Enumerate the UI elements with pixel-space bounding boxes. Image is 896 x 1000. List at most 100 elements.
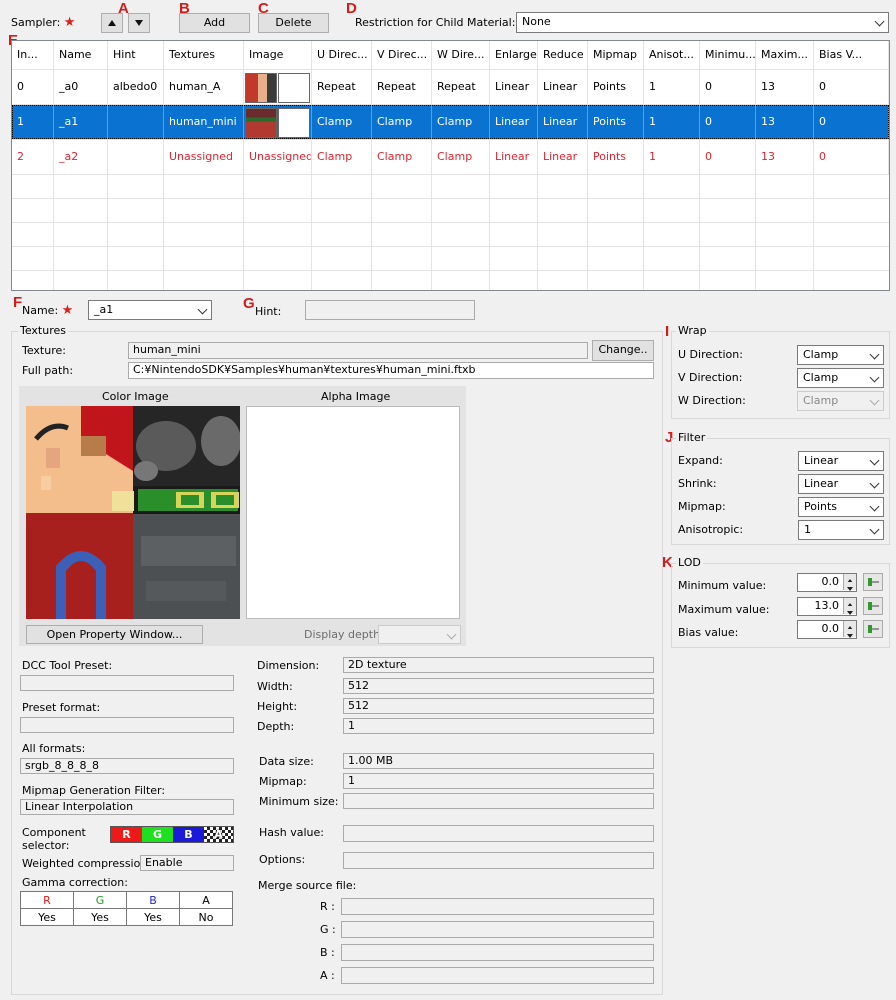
component-b: B [173,827,204,842]
restriction-label: Restriction for Child Material: [355,16,516,29]
column-header[interactable]: W Dire... [432,41,490,69]
anisotropic-label: Anisotropic: [678,523,744,536]
lod-bias-spinner[interactable]: 0.0 [797,620,857,639]
chevron-down-icon [869,455,880,466]
gamma-value-r: Yes [20,908,74,926]
cell-texture: human_A [164,70,244,104]
gamma-header-b: B [126,891,180,909]
v-direction-label: V Direction: [678,371,743,384]
minimum-size-field [343,793,654,809]
dimension-field: 2D texture [343,657,654,673]
shrink-select[interactable]: Linear [798,474,884,494]
merge-b-field [341,944,654,961]
cell-aniso: 1 [644,105,700,139]
lod-min-spinner[interactable]: 0.0 [797,573,857,592]
change-texture-button[interactable]: Change.. [592,340,654,361]
anisotropic-select[interactable]: 1 [798,520,884,540]
wrap-group-title: Wrap [676,324,709,338]
column-header[interactable]: Reduce [538,41,588,69]
table-row-selected[interactable]: 1 _a1 human_mini Clamp Clamp Clamp Linea… [12,105,889,140]
gamma-header-g: G [73,891,127,909]
cell-mipmap: Points [588,140,644,174]
chevron-down-icon [874,16,885,27]
gamma-header-a: A [179,891,233,909]
v-direction-value: Clamp [803,371,839,384]
marker-i: I [665,323,670,340]
dcc-preset-field [20,675,234,691]
v-direction-select[interactable]: Clamp [797,368,884,388]
gamma-header-r: R [20,891,74,909]
cell-bias: 0 [814,140,889,174]
column-header[interactable]: Name [54,41,108,69]
u-direction-select[interactable]: Clamp [797,345,884,365]
texture-field: human_mini [128,342,588,359]
component-r: R [111,827,142,842]
move-up-button[interactable] [101,13,123,33]
chevron-down-icon [869,478,880,489]
move-down-button[interactable] [128,13,150,33]
alpha-image-title: Alpha Image [321,390,391,403]
add-button[interactable]: Add [179,13,250,33]
chevron-down-icon [869,524,880,535]
column-header[interactable]: Image [244,41,312,69]
cell-name: _a1 [54,105,108,139]
table-header: In... Name Hint Textures Image U Direc..… [12,41,889,70]
column-header[interactable]: Minimu... [700,41,756,69]
w-direction-value: Clamp [803,394,839,407]
name-label: Name: ★ [22,303,74,318]
name-select[interactable]: _a1 [88,300,212,320]
column-header[interactable]: Hint [108,41,164,69]
lod-min-slider-button[interactable] [863,573,883,591]
expand-select[interactable]: Linear [798,451,884,471]
color-image-preview [26,406,240,619]
open-property-window-button[interactable]: Open Property Window... [26,625,203,644]
spin-down-icon[interactable] [843,629,856,638]
filter-mipmap-label: Mipmap: [678,500,726,513]
arrow-down-icon [135,20,143,26]
filter-mipmap-select[interactable]: Points [798,497,884,517]
column-header[interactable]: V Direc... [372,41,432,69]
options-label: Options: [259,853,306,866]
column-header[interactable]: Textures [164,41,244,69]
table-row[interactable]: 2 _a2 Unassigned Unassigned Clamp Clamp … [12,140,889,175]
column-header[interactable]: Enlarge [490,41,538,69]
expand-label: Expand: [678,454,723,467]
lod-max-slider-button[interactable] [863,597,883,615]
sampler-table[interactable]: In... Name Hint Textures Image U Direc..… [11,40,890,291]
spin-down-icon[interactable] [843,606,856,615]
table-row[interactable]: 0 _a0 albedo0 human_A Repeat Repeat Repe… [12,70,889,105]
lod-min-label: Minimum value: [678,579,767,592]
display-depth-select[interactable] [378,625,461,644]
spin-up-icon[interactable] [843,574,856,583]
alpha-image-preview [246,406,460,619]
cell-reduce: Linear [538,140,588,174]
marker-f: F [13,294,23,311]
chevron-down-icon [869,372,880,383]
lod-max-label: Maximum value: [678,603,770,616]
spin-up-icon[interactable] [843,621,856,630]
cell-aniso: 1 [644,70,700,104]
height-field: 512 [343,698,654,714]
spin-up-icon[interactable] [843,598,856,607]
column-header[interactable]: In... [12,41,54,69]
spin-down-icon[interactable] [843,582,856,591]
restriction-select[interactable]: None [516,12,889,33]
data-size-label: Data size: [259,755,314,768]
cell-enlarge: Linear [490,140,538,174]
column-header[interactable]: Maxim... [756,41,814,69]
column-header[interactable]: Anisot... [644,41,700,69]
w-direction-select[interactable]: Clamp [797,391,884,411]
delete-button[interactable]: Delete [258,13,329,33]
lod-max-spinner[interactable]: 13.0 [797,597,857,616]
merge-g-label: G : [320,923,336,936]
cell-aniso: 1 [644,140,700,174]
column-header[interactable]: Bias V... [814,41,889,69]
lod-bias-value: 0.0 [821,622,840,635]
hint-field[interactable] [305,300,475,320]
lod-bias-slider-button[interactable] [863,620,883,638]
restriction-value: None [522,15,551,28]
column-header[interactable]: Mipmap [588,41,644,69]
cell-index: 2 [12,140,54,174]
column-header[interactable]: U Direc... [312,41,372,69]
depth-label: Depth: [257,720,295,733]
